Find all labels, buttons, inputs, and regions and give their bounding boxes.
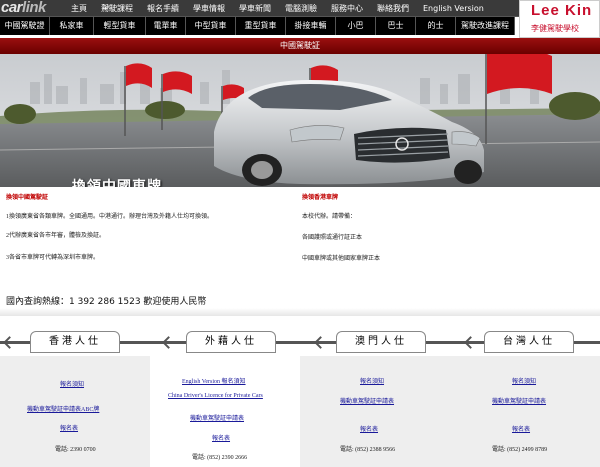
category-nav-item[interactable]: 駕駛改進課程	[456, 17, 515, 35]
region-link[interactable]: 報名表	[512, 424, 530, 433]
category-nav-item[interactable]: 掛接車輛	[286, 17, 336, 35]
top-nav-item[interactable]: 聯絡我們	[370, 0, 416, 17]
banner-headline: 換領中國車牌	[72, 179, 162, 187]
top-nav-item[interactable]: 報名手續	[140, 0, 186, 17]
category-nav-item[interactable]: 巴士	[376, 17, 416, 35]
region-link[interactable]: 機動車駕駛証申請表	[190, 413, 244, 422]
category-nav-item[interactable]: 中國駕駛證	[0, 17, 50, 35]
top-nav-item[interactable]: 駕駛課程	[94, 0, 140, 17]
top-nav-item[interactable]: 主頁	[64, 0, 94, 17]
region-tab-macau[interactable]: 澳門人仕	[336, 331, 426, 353]
school-logo-text: Lee Kin	[531, 2, 593, 19]
region-link[interactable]: 報名須知	[360, 376, 384, 385]
category-nav: 中國駕駛證 私家車 輕型貨車 電單車 中型貨車 重型貨車 掛接車輛 小巴 巴士 的士 駕駛改進課程	[0, 17, 515, 35]
region-column-foreign: English Version 報名須知 China Driver's Lice…	[150, 356, 300, 467]
page-root: carlink .hk 主頁 駕駛課程 報名手續 學車情報 學車新聞 電腦測驗 服務中心 聯絡…	[0, 0, 600, 467]
region-phone: 電話: (852) 2499 8789	[492, 447, 548, 453]
left-section-line-3: 3各省市車牌可代轉為深圳市車牌。	[6, 255, 100, 261]
region-link[interactable]: English Version 報名須知	[182, 376, 246, 385]
category-nav-item[interactable]: 私家車	[50, 17, 94, 35]
region-column-hong-kong: 報名須知 機動車駕駛証申請表ABC牌 報名表 電話: 2390 0700	[0, 356, 150, 467]
top-nav-item[interactable]: 服務中心	[324, 0, 370, 17]
section-divider	[0, 308, 600, 316]
top-nav-menu: 主頁 駕駛課程 報名手續 學車情報 學車新聞 電腦測驗 服務中心 聯絡我們 English Ve…	[64, 0, 491, 17]
category-nav-item[interactable]: 中型貨車	[186, 17, 236, 35]
chevron-up-icon	[162, 336, 175, 349]
right-section-line-3: 中國車牌或其他國家車牌正本	[302, 256, 381, 262]
region-column-taiwan: 報名須知 機動車駕駛証申請表 報名表 電話: (852) 2499 8789	[450, 356, 600, 467]
region-link[interactable]: 報名表	[212, 433, 230, 442]
region-link[interactable]: 報名表	[60, 423, 78, 432]
region-link[interactable]: 機動車駕駛証申請表	[340, 396, 394, 405]
region-tab-taiwan[interactable]: 台灣人仕	[484, 331, 574, 353]
top-nav-item[interactable]: English Version	[416, 0, 491, 17]
school-logo[interactable]: Lee Kin 李健駕駛學校	[519, 0, 600, 38]
region-link[interactable]: 報名須知	[512, 376, 536, 385]
region-link[interactable]: 機動車駕駛証申請表	[492, 396, 546, 405]
logo-text: carlink	[1, 0, 46, 16]
right-section-line-1: 本校代辦。請帶備：	[302, 214, 357, 220]
page-title: 中國駕駛証	[0, 38, 600, 54]
hero-banner: 換領中國車牌	[0, 54, 600, 187]
category-nav-item[interactable]: 重型貨車	[236, 17, 286, 35]
category-nav-item[interactable]: 電單車	[146, 17, 186, 35]
hotline-text: 國內查詢熱線：1 392 286 1523 歡迎使用人民幣	[6, 297, 207, 307]
banner-illustration	[0, 54, 600, 187]
category-nav-item[interactable]: 小巴	[336, 17, 376, 35]
region-link[interactable]: 報名須知	[60, 379, 84, 388]
left-section-line-1: 1換領廣東省各類車牌。全國通用。中港通行。辦理台灣及外籍人仕均可換領。	[6, 214, 214, 220]
region-link[interactable]: China Driver's Licence for Private Cars	[168, 393, 263, 399]
top-nav-item[interactable]: 學車情報	[186, 0, 232, 17]
region-column-macau: 報名須知 機動車駕駛証申請表 報名表 電話: (852) 2388 9566	[300, 356, 450, 467]
left-section-title: 換領中國駕駛証	[6, 195, 49, 201]
left-section-line-2: 2代辦廣東省各市年審，體檢及換証。	[6, 233, 106, 239]
region-phone: 電話: (852) 2390 2666	[192, 455, 248, 461]
category-nav-item[interactable]: 輕型貨車	[94, 17, 146, 35]
chevron-up-icon	[464, 336, 477, 349]
school-logo-subtitle: 李健駕駛學校	[531, 24, 579, 33]
region-phone: 電話: 2390 0700	[55, 447, 96, 453]
region-tab-hong-kong[interactable]: 香港人仕	[30, 331, 120, 353]
top-nav-item[interactable]: 電腦測驗	[278, 0, 324, 17]
top-navigation-bar: carlink .hk 主頁 駕駛課程 報名手續 學車情報 學車新聞 電腦測驗 服務中心 聯絡…	[0, 0, 600, 17]
right-section-line-2: 各國護照或通行証正本	[302, 235, 363, 241]
category-bar: 中國駕駛證 私家車 輕型貨車 電單車 中型貨車 重型貨車 掛接車輛 小巴 巴士 的士 駕駛改進課程	[0, 17, 515, 35]
region-tab-foreign[interactable]: 外藉人仕	[186, 331, 276, 353]
right-section-title: 換領香港車牌	[302, 195, 339, 201]
top-nav-item[interactable]: 學車新聞	[232, 0, 278, 17]
chevron-up-icon	[3, 336, 16, 349]
category-nav-item[interactable]: 的士	[416, 17, 456, 35]
chevron-up-icon	[314, 336, 327, 349]
region-link[interactable]: 報名表	[360, 424, 378, 433]
region-phone: 電話: (852) 2388 9566	[340, 447, 396, 453]
region-link[interactable]: 機動車駕駛証申請表ABC牌	[27, 404, 99, 413]
